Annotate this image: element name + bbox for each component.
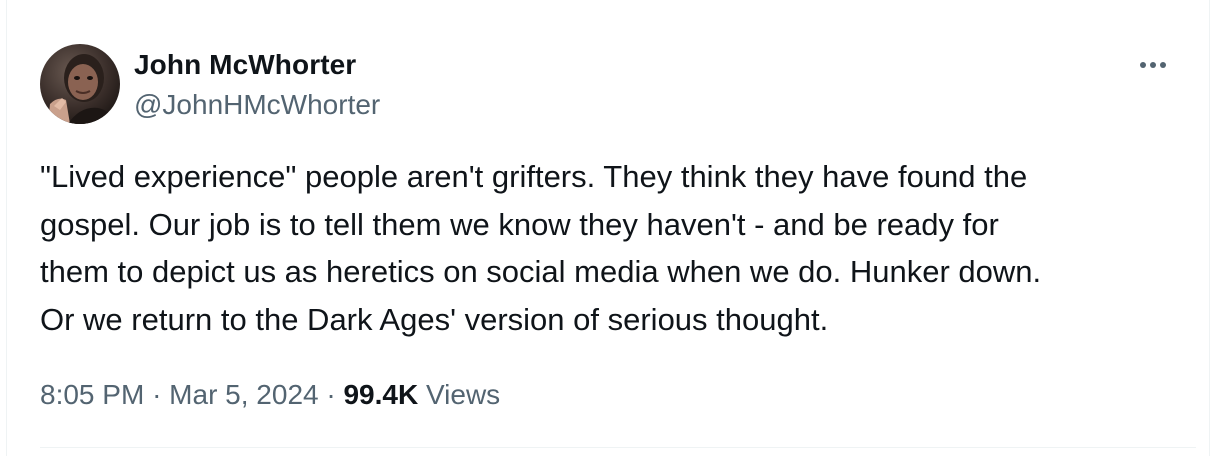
divider — [40, 447, 1196, 448]
meta-separator: · — [152, 379, 162, 410]
avatar-image — [40, 44, 120, 124]
author-name[interactable]: John McWhorter — [134, 48, 356, 82]
views-count[interactable]: 99.4K — [343, 379, 418, 410]
views-label: Views — [425, 379, 501, 410]
author-handle[interactable]: @JohnHMcWhorter — [134, 88, 380, 122]
meta-separator: · — [326, 379, 336, 410]
tweet-card: John McWhorter @JohnHMcWhorter "Lived ex… — [6, 0, 1210, 456]
ellipsis-icon — [1140, 62, 1166, 68]
tweet-date[interactable]: Mar 5, 2024 — [169, 379, 318, 410]
tweet-text: "Lived experience" people aren't grifter… — [40, 159, 1042, 337]
more-options-button[interactable] — [1133, 50, 1173, 80]
tweet-time[interactable]: 8:05 PM — [40, 379, 144, 410]
tweet-metadata: 8:05 PM · Mar 5, 2024 · 99.4K Views — [40, 378, 500, 412]
avatar[interactable] — [40, 44, 120, 124]
